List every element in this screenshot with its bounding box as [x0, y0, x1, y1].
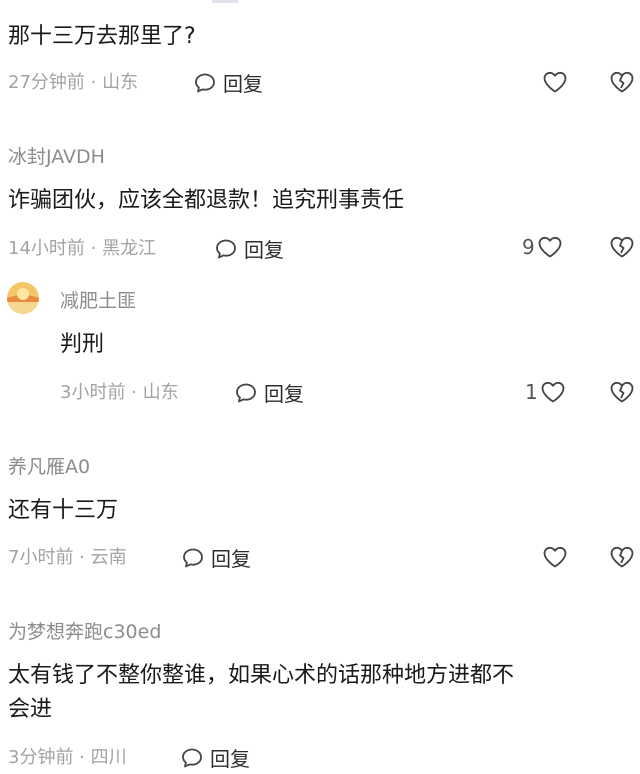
reply-button[interactable]: 回复: [234, 378, 304, 407]
username[interactable]: 冰封JAVDH: [8, 142, 105, 169]
comment-meta: 3分钟前 · 四川: [8, 747, 127, 768]
reply-label: 回复: [244, 238, 284, 262]
like-button[interactable]: [540, 70, 568, 94]
like-button[interactable]: [540, 545, 568, 569]
reply-button[interactable]: 回复: [180, 743, 250, 772]
comment-text-line-2: 会进: [8, 697, 53, 722]
comment-text: 那十三万去那里了?: [8, 24, 196, 49]
speech-bubble-icon: [216, 239, 236, 258]
reply-button[interactable]: 回复: [181, 543, 251, 572]
like-count: 9: [522, 235, 535, 259]
heart-outline-icon: [543, 546, 567, 568]
reply-button[interactable]: 回复: [193, 68, 263, 97]
reply-label: 回复: [223, 72, 263, 96]
like-button[interactable]: 9: [522, 235, 563, 259]
like-count: 1: [525, 380, 538, 404]
broken-heart-icon[interactable]: [609, 380, 635, 404]
speech-bubble-icon: [183, 548, 203, 567]
username[interactable]: 为梦想奔跑c30ed: [8, 617, 161, 644]
username[interactable]: 减肥土匪: [60, 286, 136, 313]
top-divider: [212, 0, 238, 3]
broken-heart-icon[interactable]: [609, 70, 635, 94]
comment-text: 诈骗团伙，应该全都退款！追究刑事责任: [8, 188, 405, 213]
speech-bubble-icon: [236, 383, 256, 402]
broken-heart-icon[interactable]: [609, 545, 635, 569]
reply-label: 回复: [264, 382, 304, 406]
avatar[interactable]: [7, 282, 39, 314]
comment-meta: 3小时前 · 山东: [60, 382, 179, 403]
speech-bubble-icon: [182, 748, 202, 767]
speech-bubble-icon: [195, 73, 215, 92]
heart-outline-icon: [541, 381, 565, 403]
comment-meta: 7小时前 · 云南: [8, 547, 127, 568]
comment-text: 还有十三万: [8, 498, 119, 523]
comment-text-line-1: 太有钱了不整你整谁，如果心术的话那种地方进都不: [8, 663, 515, 688]
username[interactable]: 养凡雁A0: [8, 452, 90, 479]
avatar-image: [7, 282, 39, 314]
heart-outline-icon: [538, 236, 562, 258]
comment-meta: 27分钟前 · 山东: [8, 72, 139, 93]
reply-label: 回复: [210, 747, 250, 771]
reply-label: 回复: [211, 547, 251, 571]
comment-text: 判刑: [60, 332, 105, 357]
like-button[interactable]: 1: [525, 380, 566, 404]
comment-meta: 14小时前 · 黑龙江: [8, 238, 157, 259]
reply-button[interactable]: 回复: [214, 234, 284, 263]
heart-outline-icon: [543, 71, 567, 93]
broken-heart-icon[interactable]: [609, 235, 635, 259]
